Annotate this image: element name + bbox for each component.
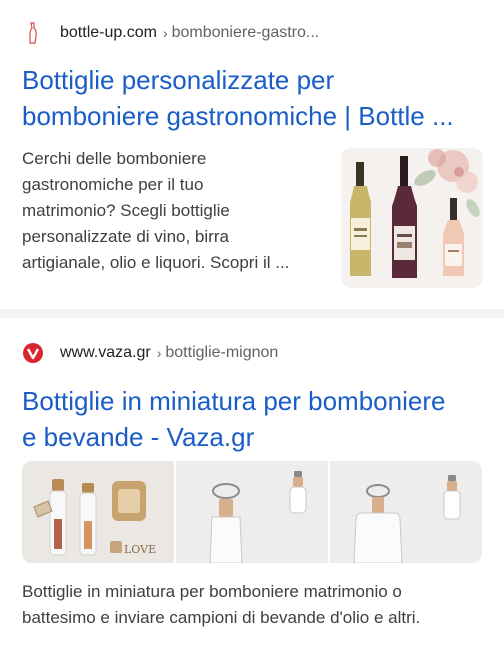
result-snippet: Bottiglie in miniatura per bomboniere ma… [22,579,492,631]
snippet-line: Cerchi delle bomboniere [22,149,207,168]
love-text: LOVE [124,543,156,556]
mini-bottles-image[interactable]: LOVE [22,461,174,563]
result-title-line: Bottiglie personalizzate per [22,65,335,95]
result-snippet: Cerchi delle bomboniere gastronomiche pe… [22,146,332,276]
breadcrumb-separator: › [156,345,162,361]
bottle-up-logo-icon [22,22,44,44]
snippet-line: personalizzate di vino, birra [22,227,229,246]
result-title-link[interactable]: Bottiglie personalizzate per bomboniere … [22,62,492,134]
mini-bottle-closeup-image[interactable] [176,461,328,563]
result-title-line: e bevande - Vaza.gr [22,422,255,452]
result-source[interactable]: www.vaza.gr › bottiglie-mignon [22,340,278,366]
result-title-line: bomboniere gastronomiche | Bottle ... [22,101,454,131]
result-path: bomboniere-gastro... [171,24,320,41]
result-domain: www.vaza.gr [60,344,151,361]
snippet-line: Bottiglie in miniatura per bomboniere ma… [22,582,402,601]
mini-bottle-closeup-image[interactable] [330,461,482,563]
snippet-line: gastronomiche per il tuo [22,175,204,194]
snippet-line: battesimo e inviare campioni di bevande … [22,608,421,627]
result-source[interactable]: bottle-up.com › bomboniere-gastro... [22,20,319,46]
vaza-logo-icon [22,342,44,364]
result-title-line: Bottiglie in miniatura per bomboniere [22,386,446,416]
wine-bottles-image[interactable] [341,148,483,288]
snippet-line: matrimonio? Scegli bottiglie [22,201,230,220]
breadcrumb-separator: › [162,25,168,41]
result-domain: bottle-up.com [60,24,157,41]
result-title-link[interactable]: Bottiglie in miniatura per bomboniere e … [22,383,492,455]
result-path: bottiglie-mignon [165,344,279,361]
search-result-card: bottle-up.com › bomboniere-gastro... Bot… [0,0,504,309]
snippet-line: artigianale, olio e liquori. Scopri il .… [22,253,290,272]
